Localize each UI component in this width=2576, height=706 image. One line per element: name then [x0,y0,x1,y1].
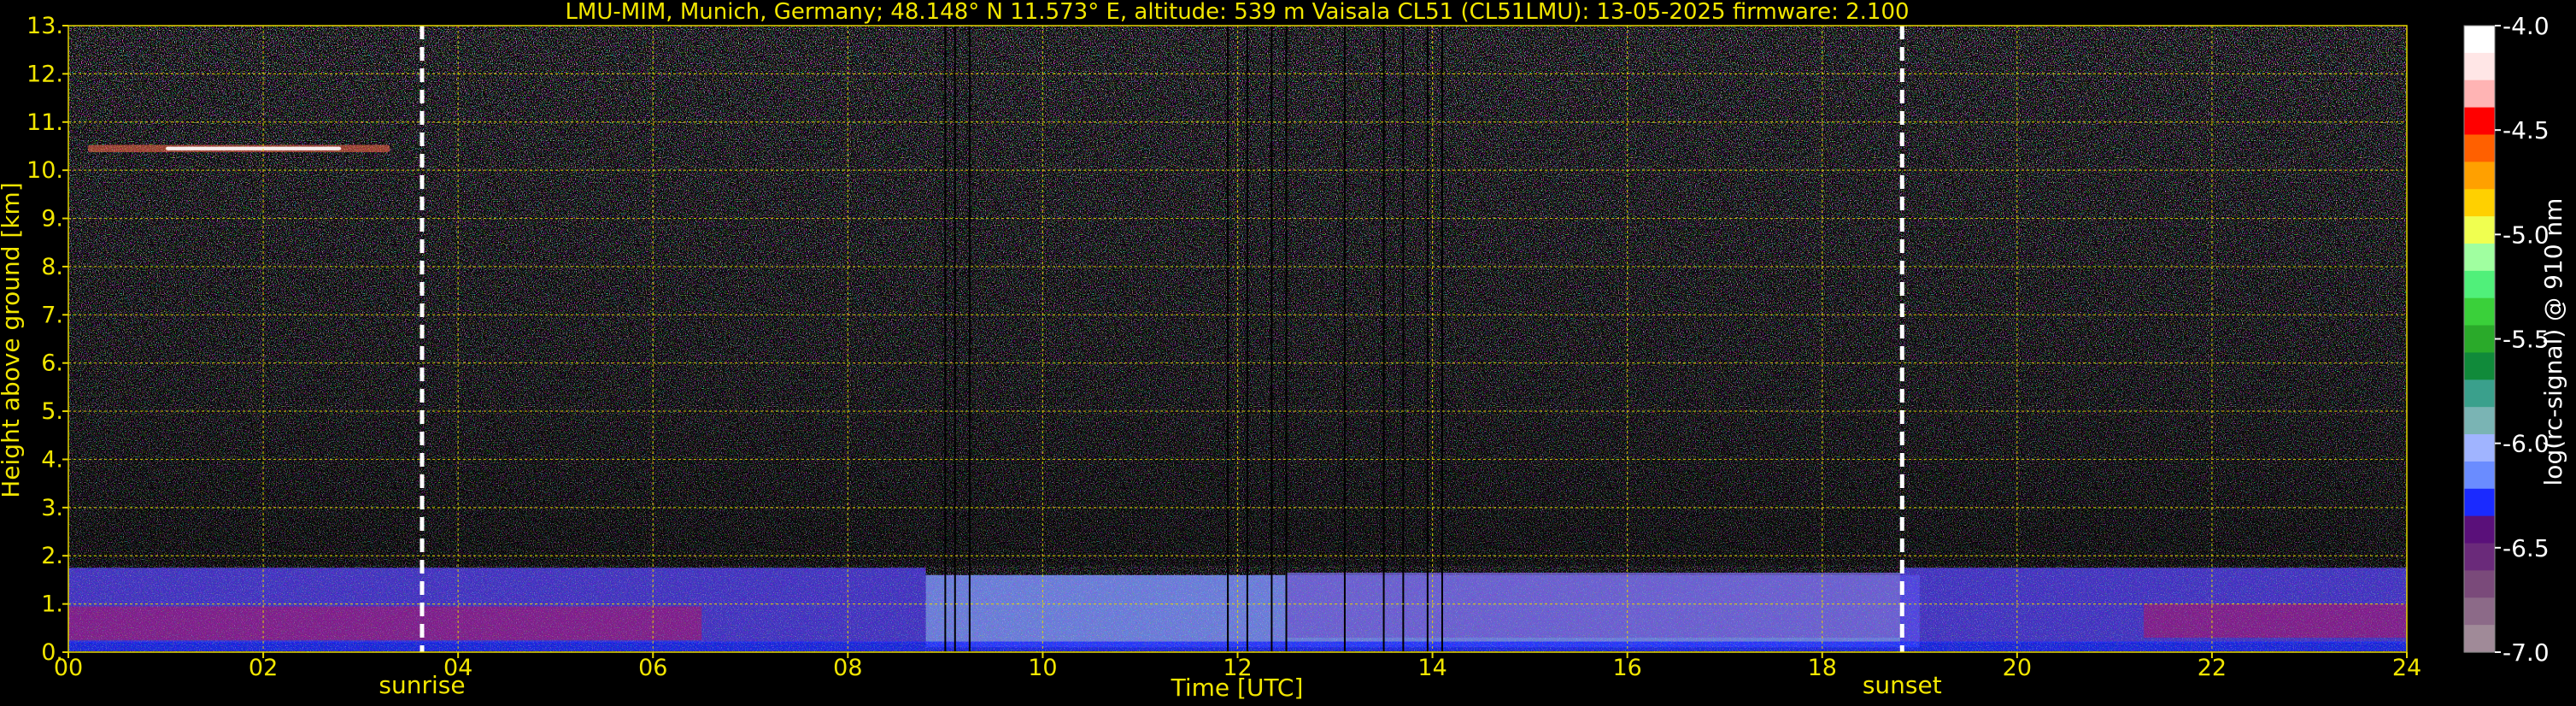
x-tick-label: 08 [833,655,862,681]
colorbar-tick-label: -4.0 [2503,12,2550,40]
colorbar-segment [2464,325,2495,354]
colorbar-segment [2464,352,2495,380]
x-axis-label: Time [UTC] [1171,674,1304,702]
y-tick-label: 5. [41,398,63,425]
colorbar-segment [2464,107,2495,136]
colorbar-segment [2464,461,2495,490]
y-axis-label: Height above ground [km] [0,182,25,498]
cirrus-core [166,146,342,150]
y-tick-label: 10. [26,157,63,184]
colorbar-segment [2464,407,2495,435]
y-tick-label: 8. [41,254,63,280]
colorbar-segment [2464,434,2495,462]
y-tick-label: 12. [26,61,63,87]
colorbar-segment [2464,270,2495,299]
colorbar-tick-label: -4.5 [2503,116,2550,144]
colorbar-segment [2464,52,2495,81]
colorbar-segment [2464,134,2495,162]
y-tick-label: 11. [26,109,63,136]
x-tick-label: 14 [1417,655,1446,681]
colorbar-tick-label: -6.5 [2503,534,2550,562]
colorbar-segment [2464,515,2495,544]
x-tick-label: 02 [249,655,278,681]
colorbar-segment [2464,625,2495,653]
colorbar-segment [2464,597,2495,626]
chart-title: LMU-MIM, Munich, Germany; 48.148° N 11.5… [565,0,1909,25]
sunset-label: sunset [1863,671,1942,699]
x-tick-label: 04 [443,655,472,681]
colorbar-segment [2464,79,2495,109]
x-tick-label: 06 [638,655,667,681]
colorbar-label: log(rc-signal) @ 910 nm [2539,198,2567,486]
colorbar-segment [2464,488,2495,517]
colorbar-segment [2464,162,2495,190]
x-tick-label: 22 [2198,655,2227,681]
y-tick-label: 3. [41,495,63,521]
x-tick-label: 18 [1808,655,1837,681]
colorbar: -4.0-4.5-5.0-5.5-6.0-6.5-7.0 [2463,12,2550,667]
y-tick-label: 2. [41,543,63,569]
colorbar-segment [2464,243,2495,272]
y-tick-label: 13. [26,13,63,39]
colorbar-segment [2464,379,2495,408]
layer-speckle [68,565,2407,652]
colorbar-segment [2464,543,2495,571]
y-tick-label: 4. [41,446,63,473]
colorbar-segment [2464,297,2495,327]
colorbar-segment [2464,216,2495,244]
y-tick-label: 0. [41,639,63,666]
y-tick-label: 1. [41,591,63,618]
y-tick-label: 6. [41,350,63,377]
y-tick-label: 7. [41,302,63,328]
x-tick-label: 10 [1028,655,1057,681]
y-tick-label: 9. [41,206,63,232]
x-tick-label: 24 [2392,655,2421,681]
ceilometer-chart: sunrise sunset 00 02 04 06 08 10 12 14 16 18 20 22 24… [0,0,2567,702]
colorbar-tick-label: -7.0 [2503,638,2550,667]
colorbar-segment [2464,570,2495,598]
x-tick-label: 16 [1612,655,1641,681]
colorbar-segment [2464,189,2495,217]
x-tick-label: 20 [2003,655,2032,681]
colorbar-segment [2464,26,2495,54]
